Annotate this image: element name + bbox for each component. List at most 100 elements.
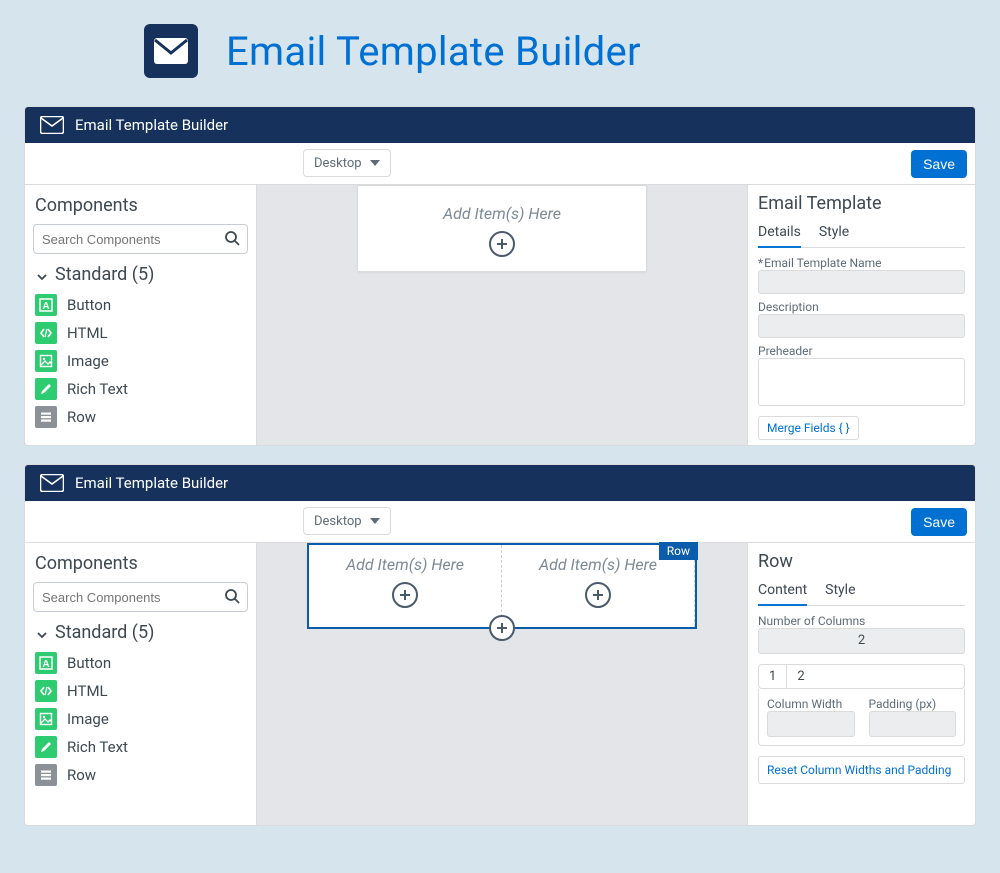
search-icon[interactable] — [224, 230, 240, 246]
envelope-icon — [39, 115, 65, 135]
envelope-icon — [39, 473, 65, 493]
code-icon — [35, 680, 57, 702]
tab-style[interactable]: Style — [825, 578, 855, 605]
components-section-label: Standard (5) — [55, 622, 154, 643]
add-row-below-icon[interactable] — [489, 615, 515, 641]
properties-panel: Email Template Details Style Email Templ… — [747, 185, 975, 445]
workspace: Components Standard (5) A Button HTML — [25, 185, 975, 445]
save-button[interactable]: Save — [911, 150, 967, 178]
chevron-down-icon — [370, 518, 380, 524]
padding-input[interactable] — [869, 711, 957, 737]
device-dropdown[interactable]: Desktop — [303, 507, 391, 535]
field-label-preheader: Preheader — [758, 344, 965, 358]
component-richtext[interactable]: Rich Text — [33, 733, 248, 761]
search-input[interactable] — [33, 582, 248, 612]
pencil-icon — [35, 736, 57, 758]
components-panel-title: Components — [33, 549, 248, 582]
device-dropdown-label: Desktop — [314, 156, 362, 171]
component-label: Button — [67, 654, 111, 672]
app-bar-title: Email Template Builder — [75, 116, 228, 134]
device-dropdown[interactable]: Desktop — [303, 149, 391, 177]
components-section-toggle[interactable]: Standard (5) — [33, 262, 248, 291]
app-bar: Email Template Builder — [25, 465, 975, 501]
components-panel-title: Components — [33, 191, 248, 224]
row-column-1[interactable]: Add Item(s) Here — [309, 545, 502, 627]
description-input[interactable] — [758, 314, 965, 338]
svg-text:A: A — [42, 659, 49, 670]
num-columns-input[interactable]: 2 — [758, 628, 965, 654]
components-section-toggle[interactable]: Standard (5) — [33, 620, 248, 649]
component-label: Row — [67, 408, 96, 426]
reset-columns-button[interactable]: Reset Column Widths and Padding — [758, 756, 965, 784]
preheader-input[interactable] — [758, 358, 965, 406]
field-label-colwidth: Column Width — [767, 697, 855, 711]
chevron-down-icon — [35, 268, 49, 282]
builder-instance-1: Email Template Builder Desktop Save Comp… — [24, 106, 976, 446]
row-component[interactable]: Row Add Item(s) Here Add Item(s) Here — [307, 543, 697, 629]
tab-content[interactable]: Content — [758, 578, 807, 606]
add-icon[interactable] — [585, 582, 611, 608]
field-label-name: Email Template Name — [758, 256, 965, 270]
dropzone[interactable]: Add Item(s) Here — [357, 185, 647, 272]
components-panel: Components Standard (5) A Button HTML — [25, 543, 257, 825]
rows-icon — [35, 406, 57, 428]
template-name-input[interactable] — [758, 270, 965, 294]
save-button[interactable]: Save — [911, 508, 967, 536]
add-icon[interactable] — [392, 582, 418, 608]
svg-text:A: A — [42, 301, 49, 312]
component-html[interactable]: HTML — [33, 319, 248, 347]
component-button[interactable]: A Button — [33, 291, 248, 319]
component-html[interactable]: HTML — [33, 677, 248, 705]
chevron-down-icon — [35, 626, 49, 640]
components-panel: Components Standard (5) A Button HTML — [25, 185, 257, 445]
column-width-input[interactable] — [767, 711, 855, 737]
dropzone-label: Add Item(s) Here — [309, 555, 501, 574]
image-icon — [35, 708, 57, 730]
component-label: HTML — [67, 682, 108, 700]
column-tab-1[interactable]: 1 — [759, 665, 787, 688]
pencil-icon — [35, 378, 57, 400]
workspace: Components Standard (5) A Button HTML — [25, 543, 975, 825]
page-header: Email Template Builder — [144, 24, 976, 78]
component-label: Row — [67, 766, 96, 784]
dropzone-label: Add Item(s) Here — [368, 204, 636, 223]
properties-panel: Row Content Style Number of Columns 2 1 … — [747, 543, 975, 825]
toolbar: Desktop Save — [25, 143, 975, 185]
components-section-label: Standard (5) — [55, 264, 154, 285]
component-row[interactable]: Row — [33, 403, 248, 431]
component-label: Image — [67, 352, 109, 370]
field-label-padding: Padding (px) — [869, 697, 957, 711]
app-bar: Email Template Builder — [25, 107, 975, 143]
page-title: Email Template Builder — [226, 28, 641, 75]
component-label: Image — [67, 710, 109, 728]
toolbar: Desktop Save — [25, 501, 975, 543]
component-richtext[interactable]: Rich Text — [33, 375, 248, 403]
tab-style[interactable]: Style — [819, 220, 849, 247]
properties-title: Email Template — [758, 191, 965, 220]
column-tab-2[interactable]: 2 — [787, 665, 814, 688]
code-icon — [35, 322, 57, 344]
text-a-icon: A — [35, 294, 57, 316]
properties-title: Row — [758, 549, 965, 578]
row-tag: Row — [659, 542, 698, 560]
component-image[interactable]: Image — [33, 347, 248, 375]
add-icon[interactable] — [489, 231, 515, 257]
canvas[interactable]: Row Add Item(s) Here Add Item(s) Here — [257, 543, 747, 825]
search-input[interactable] — [33, 224, 248, 254]
component-label: HTML — [67, 324, 108, 342]
image-icon — [35, 350, 57, 372]
field-label-description: Description — [758, 300, 965, 314]
chevron-down-icon — [370, 160, 380, 166]
builder-instance-2: Email Template Builder Desktop Save Comp… — [24, 464, 976, 826]
merge-fields-button[interactable]: Merge Fields { } — [758, 416, 859, 440]
tab-details[interactable]: Details — [758, 220, 801, 248]
canvas[interactable]: Add Item(s) Here — [257, 185, 747, 445]
search-icon[interactable] — [224, 588, 240, 604]
envelope-icon — [144, 24, 198, 78]
component-label: Rich Text — [67, 380, 128, 398]
component-image[interactable]: Image — [33, 705, 248, 733]
device-dropdown-label: Desktop — [314, 514, 362, 529]
rows-icon — [35, 764, 57, 786]
component-row[interactable]: Row — [33, 761, 248, 789]
component-button[interactable]: A Button — [33, 649, 248, 677]
